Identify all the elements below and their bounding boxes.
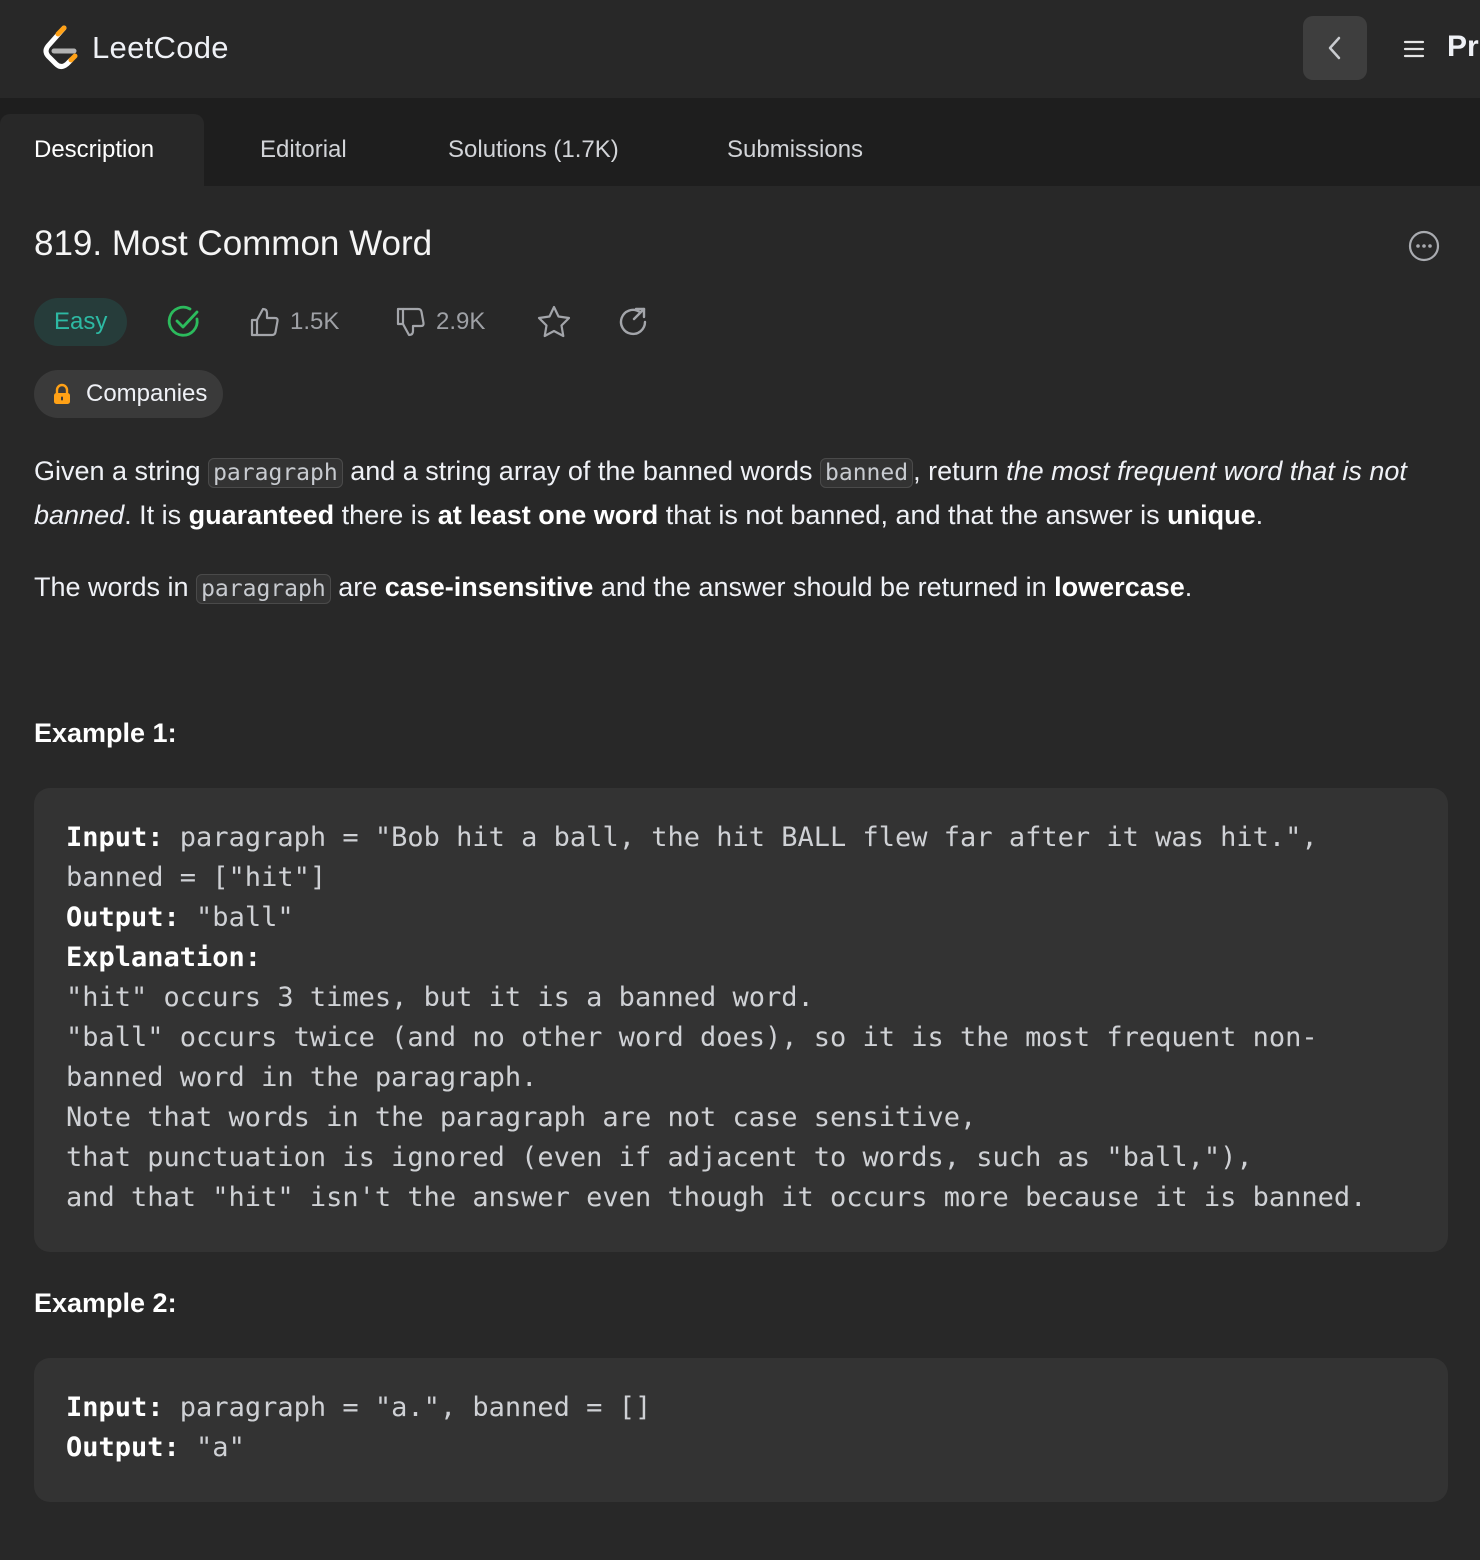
lock-icon <box>54 383 70 404</box>
tab-editorial[interactable]: Editorial <box>260 114 347 186</box>
thumbs-down-icon <box>396 307 425 337</box>
logo-text: LeetCode <box>92 30 229 65</box>
example-2-output-line: Output: "a" <box>66 1428 1416 1468</box>
explanation-line: banned word in the paragraph. <box>66 1062 538 1093</box>
example-2-title: Example 2: <box>34 1288 177 1318</box>
input-label: Input: <box>66 822 164 853</box>
solved-check-icon <box>167 305 199 337</box>
explanation-line: Note that words in the paragraph are not… <box>66 1102 977 1133</box>
example-1-input-line-2: banned = ["hit"] <box>66 862 327 893</box>
text: and a string array of the banned words <box>342 456 820 486</box>
share-button[interactable] <box>616 298 650 346</box>
example-1-input-line: Input: paragraph = "Bob hit a ball, the … <box>66 818 1416 858</box>
text: Given a string <box>34 456 209 486</box>
input-value: paragraph = "Bob hit a ball, the hit BAL… <box>163 822 1318 853</box>
like-button[interactable]: 1.5K <box>248 298 339 346</box>
example-2-input-line: Input: paragraph = "a.", banned = [] <box>66 1388 1416 1428</box>
problem-tabs: Description Editorial Solutions (1.7K) S… <box>0 98 1480 186</box>
thumbs-up-icon <box>250 307 279 337</box>
tab-solutions[interactable]: Solutions (1.7K) <box>448 114 619 186</box>
share-icon <box>619 307 647 336</box>
explanation-line: "hit" occurs 3 times, but it is a banned… <box>66 982 814 1013</box>
top-navbar: LeetCode Pr <box>0 0 1480 98</box>
problem-title: 819. Most Common Word <box>34 224 433 263</box>
problem-list-menu-button[interactable] <box>1396 32 1432 66</box>
explanation-line: "ball" occurs twice (and no other word d… <box>66 1022 1318 1053</box>
text: , return <box>913 456 1007 486</box>
dislike-count: 2.9K <box>436 308 486 335</box>
input-label: Input: <box>66 1392 164 1423</box>
back-button[interactable] <box>1303 16 1367 80</box>
text: The words in <box>34 572 197 602</box>
text: that is not banned, and that the answer … <box>658 500 1168 530</box>
bold-text: guaranteed <box>188 500 335 530</box>
inline-code: paragraph <box>196 574 331 604</box>
like-count: 1.5K <box>290 308 340 335</box>
inline-code: banned <box>820 458 914 488</box>
output-label: Output: <box>66 1432 180 1463</box>
inline-code: paragraph <box>208 458 343 488</box>
text: and the answer should be returned in <box>593 572 1055 602</box>
chevron-left-icon <box>1328 36 1341 60</box>
bold-text: at least one word <box>437 500 659 530</box>
favorite-button[interactable] <box>536 298 572 346</box>
companies-tag[interactable]: Companies <box>34 370 224 418</box>
example-1-block: Input: paragraph = "Bob hit a ball, the … <box>34 788 1448 1252</box>
companies-label: Companies <box>86 380 208 407</box>
output-label: Output: <box>66 902 180 933</box>
problem-meta-row: Easy 1.5K 2.9K <box>34 298 734 346</box>
bold-text: case-insensitive <box>384 572 594 602</box>
tab-description[interactable]: Description <box>0 114 204 186</box>
example-2-block: Input: paragraph = "a.", banned = [] Out… <box>34 1358 1448 1502</box>
input-value: paragraph = "a.", banned = [] <box>163 1392 652 1423</box>
text: . <box>1255 500 1264 530</box>
bold-text: lowercase <box>1054 572 1185 602</box>
bold-text: unique <box>1167 500 1256 530</box>
hamburger-menu-icon <box>1403 40 1425 58</box>
star-icon <box>537 305 571 338</box>
text: there is <box>334 500 438 530</box>
text: are <box>330 572 385 602</box>
example-1-explanation-label: Explanation: <box>66 938 1416 978</box>
description-paragraph-2: The words in paragraph are case-insensit… <box>34 566 1448 610</box>
more-options-icon[interactable] <box>1407 229 1441 263</box>
explanation-label: Explanation: <box>66 942 262 973</box>
explanation-line: and that "hit" isn't the answer even tho… <box>66 1182 1367 1213</box>
output-value: "ball" <box>179 902 294 933</box>
leetcode-logo-icon <box>43 25 78 69</box>
text: . It is <box>124 500 189 530</box>
menu-label[interactable]: Pr <box>1447 30 1479 64</box>
leetcode-logo[interactable]: LeetCode <box>40 22 229 74</box>
description-paragraph-1: Given a string paragraph and a string ar… <box>34 450 1448 536</box>
difficulty-badge: Easy <box>34 298 128 346</box>
example-1-output-line: Output: "ball" <box>66 898 1416 938</box>
menu-label-clip: Pr <box>1440 0 1480 98</box>
solved-status <box>166 298 202 346</box>
example-1-title: Example 1: <box>34 718 177 748</box>
text: . <box>1184 572 1193 602</box>
output-value: "a" <box>179 1432 245 1463</box>
tab-submissions[interactable]: Submissions <box>727 114 863 186</box>
dislike-button[interactable]: 2.9K <box>394 298 485 346</box>
explanation-line: that punctuation is ignored (even if adj… <box>66 1142 1253 1173</box>
